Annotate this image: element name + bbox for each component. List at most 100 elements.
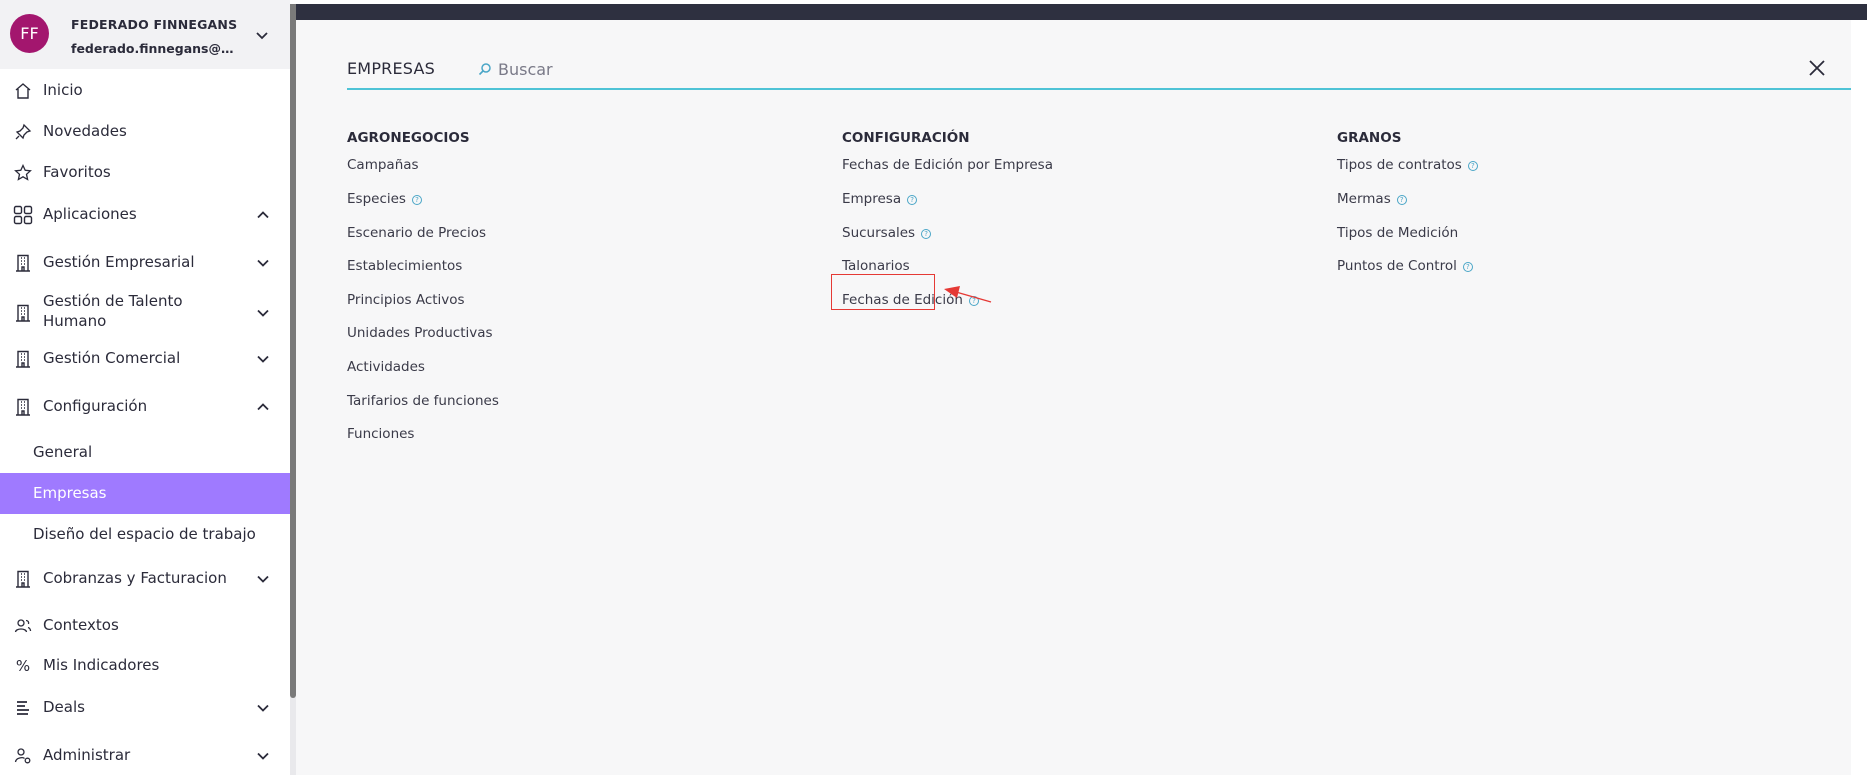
column-heading: AGRONEGOCIOS <box>347 130 470 146</box>
column-heading: GRANOS <box>1337 130 1402 146</box>
link-label: Tipos de Medición <box>1337 225 1459 241</box>
sidebar-item-mis-indicadores[interactable]: % Mis Indicadores <box>0 647 290 685</box>
chevron-down-icon[interactable] <box>256 259 270 268</box>
sidebar-item-gestion-talento[interactable]: Gestión de Talento Humano <box>0 290 290 336</box>
search-input[interactable] <box>498 56 798 82</box>
sidebar-item-label: Administrar <box>43 746 131 764</box>
sidebar-item-label: General <box>33 443 93 461</box>
link-label: Empresa <box>842 191 902 207</box>
link-label: Fechas de Edición por Empresa <box>842 157 1053 173</box>
building-icon <box>16 398 30 416</box>
panel-edge <box>1851 20 1867 775</box>
people-icon <box>14 619 32 633</box>
help-icon[interactable]: ? <box>1462 262 1473 272</box>
link-especies[interactable]: Especies? <box>347 191 422 207</box>
avatar[interactable]: FF <box>10 14 49 53</box>
chevron-down-icon[interactable] <box>256 575 270 584</box>
help-icon[interactable]: ? <box>907 195 918 205</box>
sidebar-item-label: Aplicaciones <box>43 205 137 223</box>
link-campanas[interactable]: Campañas <box>347 157 419 173</box>
link-empresa[interactable]: Empresa? <box>842 191 918 207</box>
link-tarifarios-funciones[interactable]: Tarifarios de funciones <box>347 393 499 409</box>
top-bar <box>296 4 1867 20</box>
sidebar-item-label: Cobranzas y Facturacion <box>43 569 227 587</box>
sidebar-item-label: Inicio <box>43 81 83 99</box>
chevron-down-icon[interactable] <box>255 31 269 40</box>
link-puntos-control[interactable]: Puntos de Control? <box>1337 258 1473 274</box>
sidebar-item-gestion-comercial[interactable]: Gestión Comercial <box>0 340 290 378</box>
close-icon[interactable] <box>1806 57 1828 79</box>
help-icon[interactable]: ? <box>921 229 932 239</box>
percent-icon: % <box>15 657 31 675</box>
sidebar-item-label: Empresas <box>33 484 107 502</box>
chevron-down-icon[interactable] <box>256 309 270 318</box>
chevron-up-icon[interactable] <box>256 403 270 412</box>
link-unidades-productivas[interactable]: Unidades Productivas <box>347 325 493 341</box>
help-icon[interactable]: ? <box>1467 161 1478 171</box>
sidebar-item-gestion-empresarial[interactable]: Gestión Empresarial <box>0 244 290 282</box>
sidebar-item-label-line2: Humano <box>43 312 107 330</box>
sidebar-item-label: Gestión Comercial <box>43 349 181 367</box>
link-label: Especies <box>347 191 406 207</box>
sidebar-item-cobranzas[interactable]: Cobranzas y Facturacion <box>0 560 290 598</box>
sidebar-item-configuracion[interactable]: Configuración <box>0 388 290 426</box>
help-icon[interactable]: ? <box>1396 195 1407 205</box>
sidebar-item-label: Gestión Empresarial <box>43 253 195 271</box>
link-label: Establecimientos <box>347 258 463 274</box>
column-heading: CONFIGURACIÓN <box>842 130 970 146</box>
sidebar-item-administrar[interactable]: Administrar <box>0 737 290 775</box>
sidebar-item-contextos[interactable]: Contextos <box>0 607 290 645</box>
panel-title: EMPRESAS <box>347 59 435 78</box>
help-icon[interactable]: ? <box>411 195 422 205</box>
link-label: Actividades <box>347 359 425 375</box>
link-label: Funciones <box>347 426 415 442</box>
search-icon <box>478 63 491 76</box>
link-actividades[interactable]: Actividades <box>347 359 425 375</box>
search-underline <box>347 88 1851 90</box>
pin-icon <box>15 123 32 140</box>
sidebar-item-label: Favoritos <box>43 163 111 181</box>
annotation-arrow-icon <box>944 286 992 303</box>
sidebar-item-label: Contextos <box>43 616 119 634</box>
sidebar-item-aplicaciones[interactable]: Aplicaciones <box>0 196 290 234</box>
chevron-down-icon[interactable] <box>256 355 270 364</box>
link-talonarios[interactable]: Talonarios <box>842 258 910 274</box>
link-label: Sucursales <box>842 225 916 241</box>
empresas-panel: EMPRESAS AGRONEGOCIOS Campañas Especies?… <box>296 20 1851 775</box>
link-establecimientos[interactable]: Establecimientos <box>347 258 462 274</box>
sidebar-subitem-empresas[interactable]: Empresas <box>0 473 290 514</box>
grid-icon <box>13 205 33 225</box>
link-principios-activos[interactable]: Principios Activos <box>347 292 465 308</box>
link-label: Unidades Productivas <box>347 325 493 341</box>
sidebar-item-novedades[interactable]: Novedades <box>0 113 290 151</box>
link-mermas[interactable]: Mermas? <box>1337 191 1407 207</box>
home-icon <box>15 83 31 99</box>
link-escenario-precios[interactable]: Escenario de Precios <box>347 225 486 241</box>
building-icon <box>16 304 30 322</box>
chevron-down-icon[interactable] <box>256 752 270 761</box>
sidebar-item-inicio[interactable]: Inicio <box>0 72 290 110</box>
link-tipos-contratos[interactable]: Tipos de contratos? <box>1337 157 1478 173</box>
sidebar-item-label: Novedades <box>43 122 127 140</box>
annotation-highlight-box <box>831 274 935 310</box>
chevron-down-icon[interactable] <box>256 704 270 713</box>
user-menu[interactable]: FF FEDERADO FINNEGANS federado.finnegans… <box>0 0 290 69</box>
link-label: Campañas <box>347 157 419 173</box>
link-label: Talonarios <box>842 258 910 274</box>
sidebar-subitem-general[interactable]: General <box>0 433 290 473</box>
link-tipos-medicion[interactable]: Tipos de Medición <box>1337 225 1458 241</box>
link-fechas-edicion-empresa[interactable]: Fechas de Edición por Empresa <box>842 157 1053 173</box>
chevron-up-icon[interactable] <box>256 211 270 220</box>
sidebar-item-label: Configuración <box>43 397 148 415</box>
sidebar-item-label: Mis Indicadores <box>43 656 160 674</box>
sidebar-subitem-diseno-espacio[interactable]: Diseño del espacio de trabajo <box>0 515 290 555</box>
link-sucursales[interactable]: Sucursales? <box>842 225 932 241</box>
sidebar-item-deals[interactable]: Deals <box>0 689 290 727</box>
sidebar-item-favoritos[interactable]: Favoritos <box>0 154 290 192</box>
building-icon <box>16 254 30 272</box>
sidebar-item-label: Diseño del espacio de trabajo <box>33 525 256 543</box>
link-label: Mermas <box>1337 191 1391 207</box>
layers-icon <box>17 701 29 715</box>
link-funciones[interactable]: Funciones <box>347 426 414 442</box>
link-label: Tipos de contratos <box>1337 157 1462 173</box>
